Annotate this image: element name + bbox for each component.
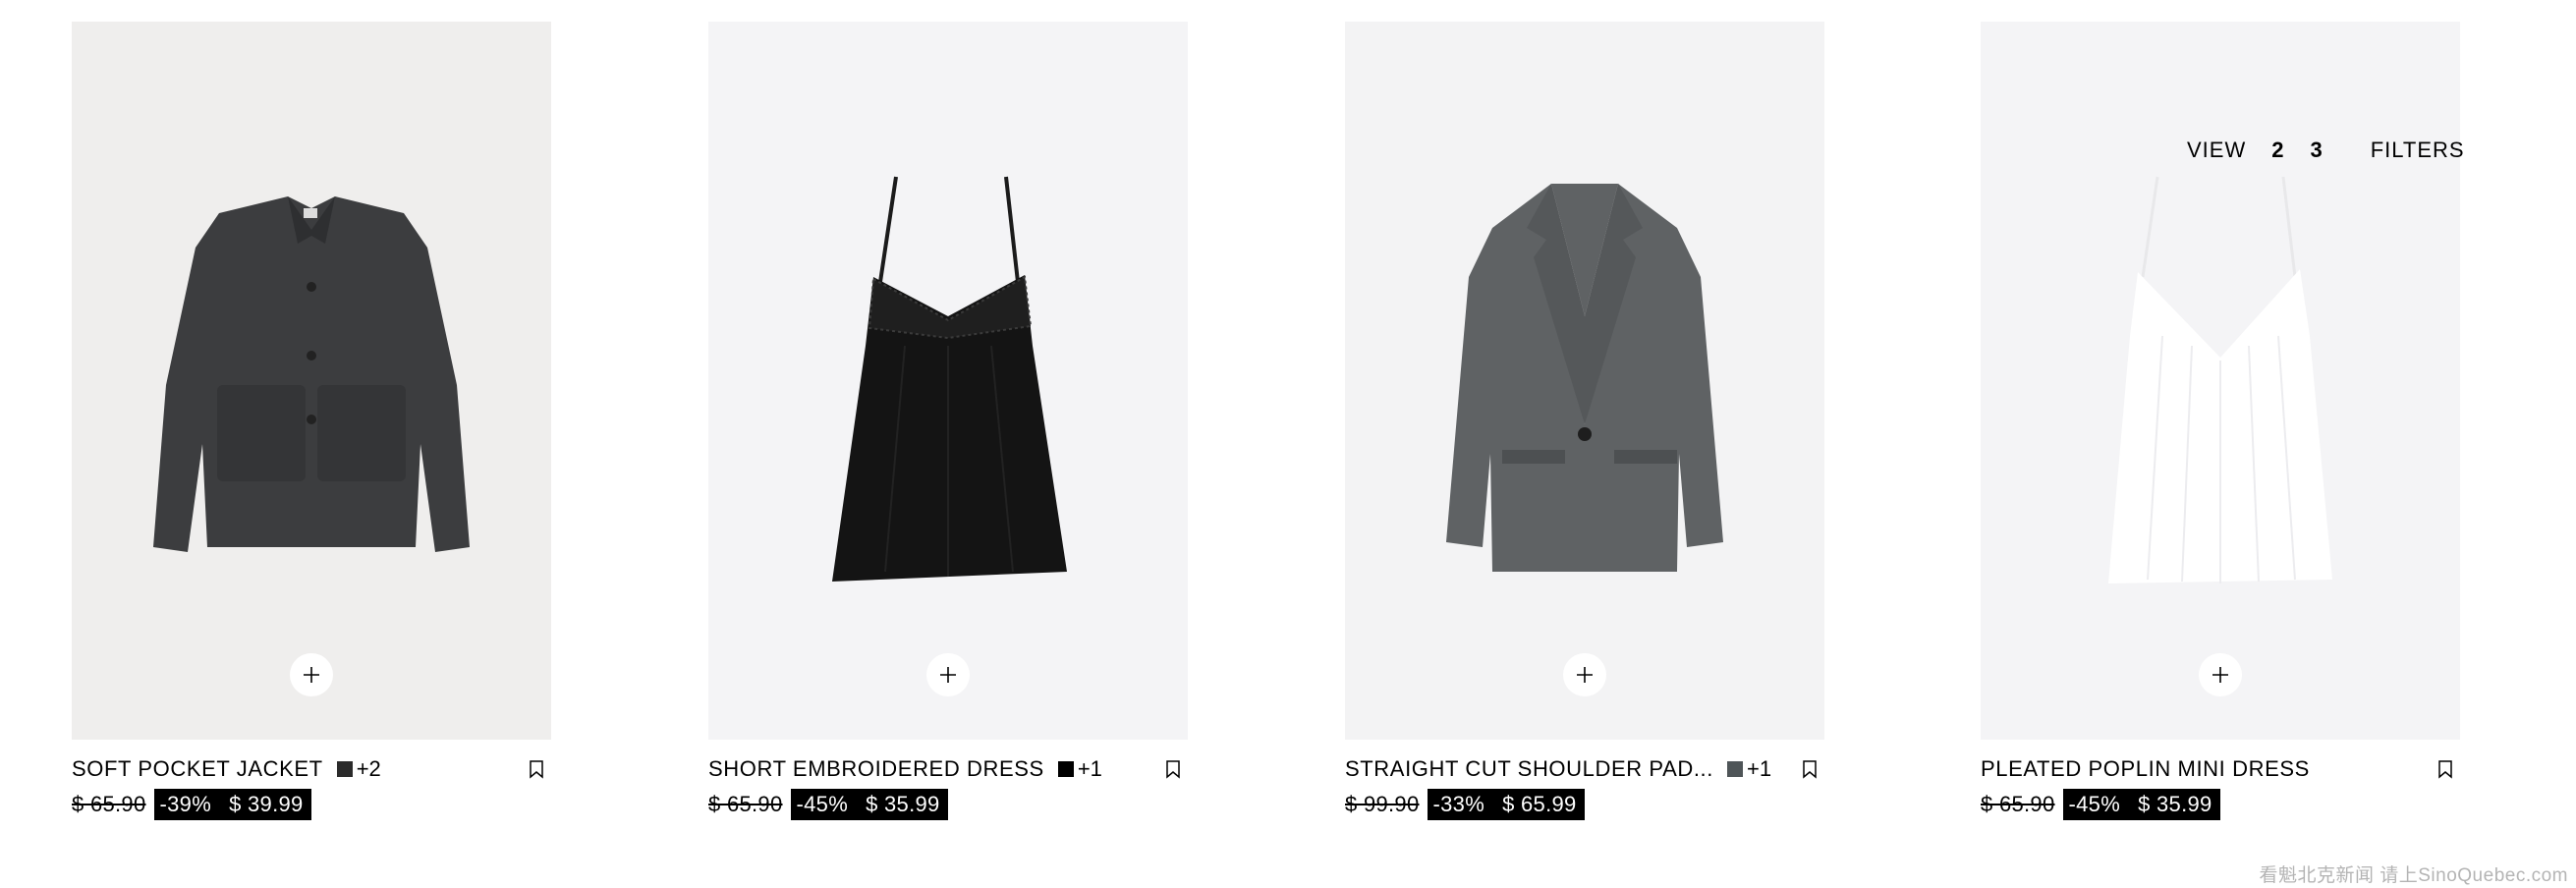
discount-percent: -45% [796, 792, 849, 816]
sale-price: $ 39.99 [229, 792, 304, 816]
more-colors-count: +1 [1746, 756, 1772, 781]
product-name-row: STRAIGHT CUT SHOULDER PAD... +1 [1345, 756, 1824, 782]
product-image[interactable] [72, 22, 551, 740]
original-price: $ 65.90 [72, 792, 146, 816]
product-name-row: PLEATED POPLIN MINI DRESS [1981, 756, 2460, 782]
bookmark-icon [1166, 760, 1180, 779]
more-colors-count: +1 [1077, 756, 1102, 781]
product-card[interactable]: STRAIGHT CUT SHOULDER PAD... +1 $ 99.90 … [1345, 22, 1824, 820]
product-image[interactable] [1345, 22, 1824, 740]
product-card[interactable]: SOFT POCKET JACKET +2 $ 65.90 -39% $ 39.… [72, 22, 551, 820]
add-to-cart-button[interactable] [926, 653, 970, 696]
view-controls: VIEW 2 3 FILTERS [2187, 136, 2465, 165]
sale-price: $ 35.99 [866, 792, 940, 816]
product-card[interactable]: PLEATED POPLIN MINI DRESS $ 65.90 -45% $… [1981, 22, 2460, 820]
product-name-row: SOFT POCKET JACKET +2 [72, 756, 551, 782]
filters-button[interactable]: FILTERS [2371, 138, 2465, 163]
plus-icon [304, 667, 319, 683]
color-swatch[interactable] [1726, 761, 1743, 777]
view-option-2-columns[interactable]: 2 [2271, 138, 2284, 163]
price-row: $ 65.90 -39% $ 39.99 [72, 788, 311, 821]
plus-icon [1577, 667, 1593, 683]
bookmark-icon [530, 760, 543, 779]
view-option-3-columns[interactable]: 3 [2310, 138, 2323, 163]
product-name[interactable]: SHORT EMBROIDERED DRESS [708, 756, 1044, 782]
price-row: $ 99.90 -33% $ 65.99 [1345, 788, 1585, 821]
discount-percent: -45% [2068, 792, 2121, 816]
dress-image [832, 176, 1067, 582]
product-name-row: SHORT EMBROIDERED DRESS +1 [708, 756, 1188, 782]
more-colors-count: +2 [356, 756, 381, 781]
bookmark-button[interactable] [1801, 759, 1819, 779]
plus-icon [2212, 667, 2228, 683]
price-row: $ 65.90 -45% $ 35.99 [708, 788, 948, 821]
discount-percent: -33% [1432, 792, 1485, 816]
original-price: $ 65.90 [1981, 792, 2055, 816]
product-name[interactable]: PLEATED POPLIN MINI DRESS [1981, 756, 2310, 782]
product-image[interactable] [708, 22, 1188, 740]
bookmark-button[interactable] [2436, 759, 2454, 779]
sale-price-badge: -45% $ 35.99 [2062, 789, 2220, 820]
color-swatch[interactable] [1057, 761, 1074, 777]
product-image[interactable] [1981, 22, 2460, 740]
bookmark-button[interactable] [1164, 759, 1182, 779]
add-to-cart-button[interactable] [290, 653, 333, 696]
sale-price-badge: -45% $ 35.99 [790, 789, 948, 820]
bookmark-icon [2438, 760, 2452, 779]
plus-icon [940, 667, 956, 683]
color-swatch[interactable] [336, 761, 353, 777]
bookmark-icon [1803, 760, 1817, 779]
jacket-image [153, 196, 470, 552]
product-card[interactable]: SHORT EMBROIDERED DRESS +1 $ 65.90 -45% … [708, 22, 1188, 820]
product-name[interactable]: STRAIGHT CUT SHOULDER PAD... [1345, 756, 1713, 782]
original-price: $ 65.90 [708, 792, 783, 816]
sale-price: $ 35.99 [2138, 792, 2212, 816]
sale-price: $ 65.99 [1502, 792, 1577, 816]
original-price: $ 99.90 [1345, 792, 1420, 816]
white-dress-image [2108, 176, 2332, 583]
sale-price-badge: -33% $ 65.99 [1427, 789, 1585, 820]
view-label: VIEW [2187, 138, 2247, 162]
price-row: $ 65.90 -45% $ 35.99 [1981, 788, 2220, 821]
watermark: 看魁北克新闻 请上SinoQuebec.com [2259, 865, 2568, 886]
blazer-image [1446, 184, 1723, 572]
add-to-cart-button[interactable] [1563, 653, 1606, 696]
bookmark-button[interactable] [528, 759, 545, 779]
sale-price-badge: -39% $ 39.99 [153, 789, 311, 820]
add-to-cart-button[interactable] [2199, 653, 2242, 696]
discount-percent: -39% [159, 792, 212, 816]
product-name[interactable]: SOFT POCKET JACKET [72, 756, 323, 782]
